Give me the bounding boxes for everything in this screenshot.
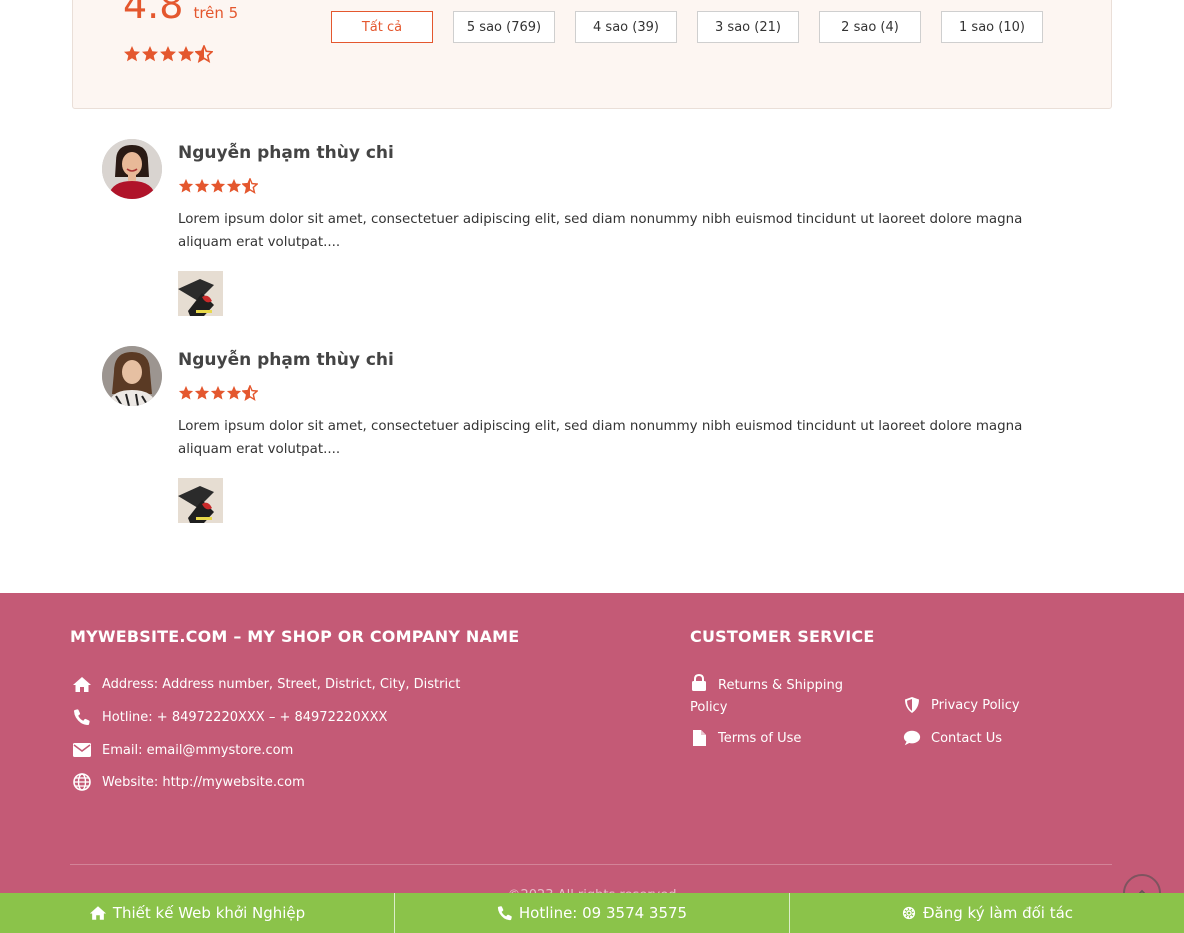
lock-icon: [690, 674, 708, 692]
website-text[interactable]: Website: http://mywebsite.com: [102, 775, 305, 790]
review-text: Lorem ipsum dolor sit amet, consectetuer…: [178, 212, 1023, 250]
review-photo-thumbnail[interactable]: [178, 271, 223, 316]
hotline-label: Hotline: 09 3574 3575: [518, 904, 688, 922]
hotline-text: Hotline: + 84972220XXX – + 84972220XXX: [102, 709, 388, 725]
privacy-policy-text: Privacy Policy: [931, 698, 1020, 713]
star-full-icon: [141, 45, 159, 63]
phone-icon: [497, 905, 513, 921]
bottom-action-bar: Thiết kế Web khởi Nghiệp Hotline: 09 357…: [0, 893, 1184, 933]
email-line: Email: email@mmystore.com: [72, 741, 293, 759]
review-text: Lorem ipsum dolor sit amet, consectetuer…: [178, 419, 1023, 457]
home-icon: [72, 675, 92, 693]
filter-3-star-button[interactable]: 3 sao (21): [697, 11, 799, 43]
gear-icon: [901, 905, 917, 921]
website-line: Website: http://mywebsite.com: [72, 773, 305, 791]
globe-icon: [72, 773, 92, 791]
startup-web-design-label: Thiết kế Web khởi Nghiệp: [112, 904, 306, 922]
footer: MYWEBSITE.COM – MY SHOP OR COMPANY NAME …: [0, 593, 1184, 933]
review-stars: [178, 178, 258, 194]
file-icon: [690, 729, 708, 747]
rating-summary-panel: 4.8 trên 5 Tất cả 5 sao (769) 4 sao (39)…: [72, 0, 1112, 109]
email-text[interactable]: Email: email@mmystore.com: [102, 743, 293, 758]
contact-us-text: Contact Us: [931, 731, 1002, 746]
average-score: 4.8: [123, 0, 184, 27]
terms-of-use-text: Terms of Use: [718, 731, 802, 746]
partner-signup-label: Đăng ký làm đối tác: [922, 904, 1074, 922]
reviewer-name: Nguyễn phạm thùy chi: [178, 350, 394, 370]
filter-2-star-button[interactable]: 2 sao (4): [819, 11, 921, 43]
address-line: Address: Address number, Street, Distric…: [72, 675, 460, 693]
returns-shipping-label: Returns & Shipping Policy: [690, 673, 880, 719]
privacy-policy-link[interactable]: Privacy Policy: [903, 695, 1020, 717]
star-full-icon: [210, 385, 226, 401]
filter-1-star-button[interactable]: 1 sao (10): [941, 11, 1043, 43]
star-full-icon: [123, 45, 141, 63]
home-icon: [89, 905, 107, 921]
star-full-icon: [178, 385, 194, 401]
star-full-icon: [210, 178, 226, 194]
star-full-icon: [159, 45, 177, 63]
footer-divider: [70, 864, 1112, 865]
company-title: MYWEBSITE.COM – MY SHOP OR COMPANY NAME: [70, 627, 520, 646]
star-full-icon: [178, 178, 194, 194]
star-full-icon: [177, 45, 195, 63]
star-half-icon: [242, 178, 258, 194]
review-photo-thumbnail[interactable]: [178, 478, 223, 523]
phone-icon: [72, 708, 92, 726]
avatar: [102, 139, 162, 199]
star-full-icon: [226, 178, 242, 194]
star-full-icon: [194, 178, 210, 194]
star-half-icon: [242, 385, 258, 401]
score-row: 4.8 trên 5: [123, 0, 238, 25]
contact-us-link[interactable]: Contact Us: [903, 728, 1002, 750]
filter-all-button[interactable]: Tất cả: [331, 11, 433, 43]
star-half-icon: [195, 45, 213, 63]
avatar: [102, 346, 162, 406]
reviewer-name: Nguyễn phạm thùy chi: [178, 143, 394, 163]
rating-filters: Tất cả 5 sao (769) 4 sao (39) 3 sao (21)…: [331, 11, 1063, 43]
partner-signup-button[interactable]: Đăng ký làm đối tác: [790, 893, 1184, 933]
summary-stars: [123, 45, 213, 63]
star-full-icon: [226, 385, 242, 401]
filter-5-star-button[interactable]: 5 sao (769): [453, 11, 555, 43]
shield-icon: [903, 696, 921, 714]
hotline-line: Hotline: + 84972220XXX – + 84972220XXX: [72, 708, 387, 726]
returns-shipping-text: Returns & Shipping Policy: [690, 678, 844, 715]
chat-bubble-icon: [903, 729, 921, 747]
hotline-button[interactable]: Hotline: 09 3574 3575: [395, 893, 790, 933]
customer-service-title: CUSTOMER SERVICE: [690, 627, 875, 646]
terms-of-use-link[interactable]: Terms of Use: [690, 728, 801, 750]
review-stars: [178, 385, 258, 401]
star-full-icon: [194, 385, 210, 401]
score-suffix: trên 5: [193, 4, 239, 22]
address-text: Address: Address number, Street, Distric…: [102, 676, 461, 692]
envelope-icon: [72, 741, 92, 759]
returns-shipping-link[interactable]: Returns & Shipping Policy: [690, 673, 880, 719]
startup-web-design-button[interactable]: Thiết kế Web khởi Nghiệp: [0, 893, 395, 933]
filter-4-star-button[interactable]: 4 sao (39): [575, 11, 677, 43]
